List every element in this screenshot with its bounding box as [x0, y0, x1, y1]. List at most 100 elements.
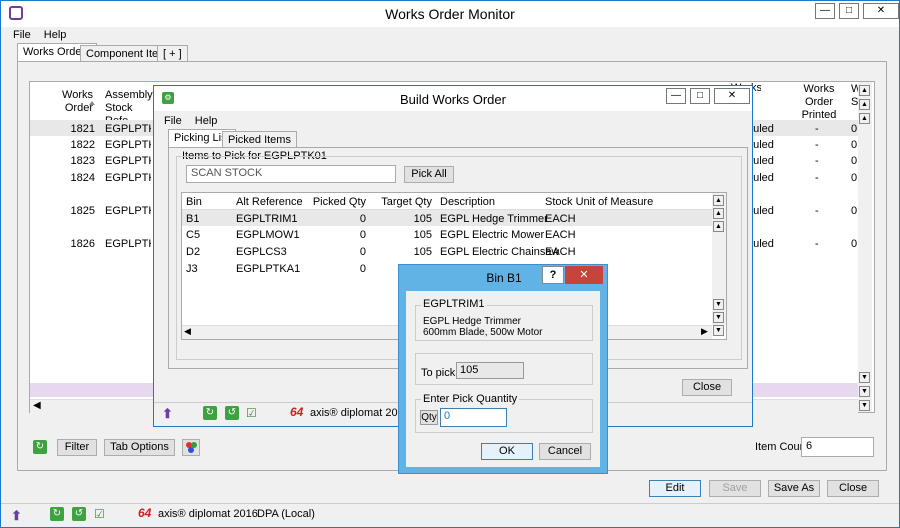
up-arrow-icon[interactable]: ⬆ — [11, 508, 23, 523]
target-cell[interactable]: 105 — [372, 246, 432, 258]
printed-cell[interactable]: - — [815, 123, 819, 135]
picked-cell[interactable]: 0 — [304, 263, 366, 275]
scroll-page-up-icon[interactable]: ▲ — [859, 99, 870, 110]
ref-cell[interactable]: EGPLPTK01 — [105, 123, 151, 135]
refresh-icon[interactable]: ↻ — [33, 440, 47, 454]
close-main-button[interactable]: Close — [827, 480, 879, 497]
printed-cell[interactable]: - — [815, 205, 819, 217]
build-close-button[interactable]: ✕ — [714, 88, 750, 104]
build-maximize-button[interactable]: □ — [690, 88, 710, 104]
refresh-icon[interactable]: ↻ — [50, 507, 64, 521]
reload-icon[interactable]: ↺ — [72, 507, 86, 521]
order-cell[interactable]: 1823 — [61, 155, 95, 167]
printed-cell[interactable]: - — [815, 172, 819, 184]
desc-cell[interactable]: EGPL Hedge Trimmer — [440, 213, 548, 225]
item-count-field[interactable]: 6 — [801, 437, 874, 457]
col-bin[interactable]: Bin — [186, 196, 202, 208]
scroll-page-down-icon[interactable]: ▼ — [859, 386, 870, 397]
order-cell[interactable]: 1822 — [61, 139, 95, 151]
scan-stock-input[interactable]: SCAN STOCK — [186, 165, 396, 183]
checklist-icon[interactable]: ☑ — [94, 507, 105, 521]
alt-cell[interactable]: EGPLCS3 — [236, 246, 287, 258]
printed-cell[interactable]: - — [815, 139, 819, 151]
target-cell[interactable]: 105 — [372, 229, 432, 241]
build-refresh-icon[interactable]: ↻ — [203, 406, 217, 420]
scroll-top-icon[interactable]: ▲ — [859, 85, 870, 96]
filter-button[interactable]: Filter — [57, 439, 97, 456]
pick-scroll-down-icon[interactable]: ▼ — [713, 299, 724, 310]
pick-scroll-page-down-icon[interactable]: ▼ — [713, 312, 724, 323]
pick-scroll-left-icon[interactable]: ◀ — [184, 326, 191, 337]
build-checklist-icon[interactable]: ☑ — [246, 406, 257, 420]
save-as-button[interactable]: Save As — [768, 480, 820, 497]
color-options-icon[interactable] — [182, 439, 200, 456]
printed-cell[interactable]: - — [815, 155, 819, 167]
st-cell[interactable]: 0 — [851, 238, 857, 250]
tab-add[interactable]: [ + ] — [157, 45, 188, 62]
pick-scroll-page-up-icon[interactable]: ▲ — [713, 208, 724, 219]
col-picked-qty[interactable]: Picked Qty — [304, 196, 366, 208]
col-stock-uom[interactable]: Stock Unit of Measure — [545, 196, 653, 208]
ref-cell[interactable]: EGPLPTKA — [105, 205, 151, 217]
st-cell[interactable]: 0 — [851, 123, 857, 135]
pick-scroll-bottom-icon[interactable]: ▼ — [713, 325, 724, 336]
col-description[interactable]: Description — [440, 196, 495, 208]
col-works-order[interactable]: Works Order — [59, 89, 93, 115]
close-button[interactable]: ✕ — [863, 3, 899, 19]
desc-cell[interactable]: EGPL Electric Chainsaw — [440, 246, 559, 258]
build-reload-icon[interactable]: ↺ — [225, 406, 239, 420]
target-cell[interactable]: 105 — [372, 213, 432, 225]
col-alt-reference[interactable]: Alt Reference — [236, 196, 303, 208]
picked-cell[interactable]: 0 — [304, 229, 366, 241]
qty-input[interactable]: 0 — [440, 408, 507, 427]
menu-file[interactable]: File — [13, 29, 31, 41]
scroll-left-icon[interactable]: ◀ — [33, 400, 41, 411]
scroll-bottom-icon[interactable]: ▼ — [859, 400, 870, 411]
picked-cell[interactable]: 0 — [304, 213, 366, 225]
qty-button[interactable]: Qty — [420, 410, 438, 425]
bin-help-button[interactable]: ? — [542, 266, 564, 284]
alt-cell[interactable]: EGPLPTKA1 — [236, 263, 300, 275]
ok-button[interactable]: OK — [481, 443, 533, 460]
ref-cell[interactable]: EGPLPTKA — [105, 238, 151, 250]
maximize-button[interactable]: □ — [839, 3, 859, 19]
desc-cell[interactable]: EGPL Electric Mower — [440, 229, 544, 241]
order-cell[interactable]: 1821 — [61, 123, 95, 135]
picked-cell[interactable]: 0 — [304, 246, 366, 258]
uom-cell[interactable]: EACH — [545, 213, 576, 225]
ref-cell[interactable]: EGPLPTKA — [105, 172, 151, 184]
st-cell[interactable]: 0 — [851, 205, 857, 217]
bin-cell[interactable]: C5 — [186, 229, 200, 241]
pick-scroll-up-icon[interactable]: ▲ — [713, 221, 724, 232]
pick-all-button[interactable]: Pick All — [404, 166, 454, 183]
bin-cell[interactable]: D2 — [186, 246, 200, 258]
alt-cell[interactable]: EGPLTRIM1 — [236, 213, 298, 225]
bin-cell[interactable]: B1 — [186, 213, 199, 225]
grid-vscrollbar[interactable] — [858, 82, 872, 412]
alt-cell[interactable]: EGPLMOW1 — [236, 229, 300, 241]
menu-help[interactable]: Help — [44, 29, 67, 41]
pick-scroll-right-icon[interactable]: ▶ — [701, 326, 708, 337]
cancel-button[interactable]: Cancel — [539, 443, 591, 460]
bin-cell[interactable]: J3 — [186, 263, 198, 275]
minimize-button[interactable]: — — [815, 3, 835, 19]
uom-cell[interactable]: EACH — [545, 229, 576, 241]
printed-cell[interactable]: - — [815, 238, 819, 250]
tab-options-button[interactable]: Tab Options — [104, 439, 175, 456]
ref-cell[interactable]: EGPLPTK02 — [105, 139, 151, 151]
order-cell[interactable]: 1825 — [61, 205, 95, 217]
scroll-up-icon[interactable]: ▲ — [859, 113, 870, 124]
save-button[interactable]: Save — [709, 480, 761, 497]
bin-close-button[interactable]: ✕ — [565, 266, 603, 284]
build-menu-help[interactable]: Help — [195, 115, 218, 127]
pick-scroll-top-icon[interactable]: ▲ — [713, 195, 724, 206]
col-printed[interactable]: Works Order Printed — [797, 83, 841, 122]
order-cell[interactable]: 1826 — [61, 238, 95, 250]
ref-cell[interactable]: EGPLPTK03 — [105, 155, 151, 167]
order-cell[interactable]: 1824 — [61, 172, 95, 184]
build-up-arrow-icon[interactable]: ⬆ — [162, 406, 173, 422]
st-cell[interactable]: 0 — [851, 172, 857, 184]
build-menu-file[interactable]: File — [164, 115, 182, 127]
st-cell[interactable]: 0 — [851, 155, 857, 167]
scroll-down-icon[interactable]: ▼ — [859, 372, 870, 383]
